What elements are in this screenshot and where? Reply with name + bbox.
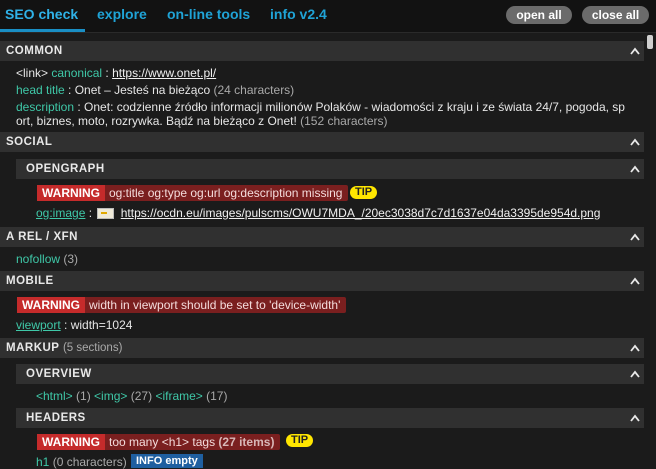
chevron-up-icon[interactable]	[630, 165, 640, 173]
image-thumbnail-icon	[97, 208, 115, 220]
tab-info[interactable]: info v2.4	[270, 6, 327, 22]
chevron-up-icon[interactable]	[630, 414, 640, 422]
warning-label: WARNING	[37, 185, 105, 201]
og-image-key[interactable]: og:image	[36, 206, 85, 220]
subsection-headers-header[interactable]: HEADERS	[16, 408, 644, 428]
warning-count: (27 items)	[218, 435, 275, 449]
head-title-key: head title	[16, 83, 65, 97]
warning-text: too many <h1> tags	[109, 435, 216, 449]
scrollbar-thumb[interactable]	[647, 35, 653, 49]
link-tag: <link>	[16, 66, 49, 80]
subsection-opengraph-header[interactable]: OPENGRAPH	[16, 159, 644, 179]
report-content: COMMON <link> canonical : https://www.on…	[0, 33, 644, 469]
warning-label: WARNING	[17, 297, 85, 313]
chevron-up-icon[interactable]	[630, 277, 640, 285]
og-image-link[interactable]: https://ocdn.eu/images/pulscms/OWU7MDA_/…	[121, 206, 601, 220]
description-row: description : Onet: codzienne źródło inf…	[16, 100, 625, 128]
section-title: SOCIAL	[6, 136, 53, 148]
viewport-value: width=1024	[70, 318, 133, 332]
chevron-up-icon[interactable]	[630, 233, 640, 241]
img-tag: <img>	[94, 389, 128, 403]
subsection-title: OPENGRAPH	[26, 163, 105, 175]
h1-row: h1 (0 characters)	[36, 455, 656, 469]
description-count: (152 characters)	[300, 114, 388, 128]
viewport-key[interactable]: viewport	[16, 318, 61, 332]
headers-warning: WARNING too many <h1> tags (27 items)	[37, 434, 281, 450]
section-title-text: MARKUP	[6, 342, 60, 354]
subsection-overview-header[interactable]: OVERVIEW	[16, 364, 644, 384]
overview-row: <html> (1) <img> (27) <iframe> (17)	[36, 389, 656, 403]
canonical-link[interactable]: https://www.onet.pl/	[112, 66, 216, 80]
og-image-row: og:image : https://ocdn.eu/images/pulscm…	[36, 206, 601, 220]
section-title: MARKUP (5 sections)	[6, 338, 122, 358]
opengraph-warning: WARNING og:title og:type og:url og:descri…	[37, 185, 349, 201]
h1-count: (0 characters)	[52, 455, 127, 469]
nofollow-count: (3)	[63, 252, 79, 266]
top-bar: SEO check explore on-line tools info v2.…	[0, 0, 656, 33]
description-key: description	[16, 100, 75, 114]
head-title-count: (24 characters)	[213, 83, 295, 97]
warning-text: og:title og:type og:url og:description m…	[109, 186, 343, 200]
html-count: (1)	[76, 389, 91, 403]
head-title-value: Onet – Jesteś na bieżąco	[74, 83, 211, 97]
canonical-row: <link> canonical : https://www.onet.pl/	[16, 66, 217, 80]
warning-label: WARNING	[37, 434, 105, 450]
warning-text: width in viewport should be set to 'devi…	[89, 298, 341, 312]
nofollow-key: nofollow	[16, 252, 61, 266]
chevron-up-icon[interactable]	[630, 138, 640, 146]
subsection-title: HEADERS	[26, 412, 86, 424]
html-tag: <html>	[36, 389, 73, 403]
img-count: (27)	[130, 389, 153, 403]
tab-explore[interactable]: explore	[97, 6, 147, 22]
nofollow-row: nofollow (3)	[16, 252, 636, 266]
section-social-header[interactable]: SOCIAL	[0, 132, 644, 152]
viewport-row: viewport : width=1024	[16, 318, 133, 332]
subsection-title: OVERVIEW	[26, 368, 92, 380]
tip-badge[interactable]: TIP	[286, 434, 314, 447]
description-line-1: Onet: codzienne źródło informacji milion…	[84, 100, 625, 114]
section-arel-header[interactable]: A REL / XFN	[0, 227, 644, 247]
section-title: A REL / XFN	[6, 231, 78, 243]
tip-badge[interactable]: TIP	[350, 186, 378, 199]
section-title: COMMON	[6, 45, 63, 57]
chevron-up-icon[interactable]	[630, 344, 640, 352]
info-badge: INFO empty	[131, 454, 203, 468]
close-all-button[interactable]: close all	[582, 6, 649, 24]
tab-online-tools[interactable]: on-line tools	[167, 6, 250, 22]
head-title-row: head title : Onet – Jesteś na bieżąco (2…	[16, 83, 295, 97]
section-markup-header[interactable]: MARKUP (5 sections)	[0, 338, 644, 358]
chevron-up-icon[interactable]	[630, 47, 640, 55]
section-title: MOBILE	[6, 275, 54, 287]
open-all-button[interactable]: open all	[506, 6, 572, 24]
iframe-tag: <iframe>	[155, 389, 203, 403]
iframe-count: (17)	[206, 389, 228, 403]
tab-seo-check[interactable]: SEO check	[5, 6, 78, 22]
section-count: (5 sections)	[62, 342, 123, 354]
scrollbar[interactable]	[644, 33, 656, 465]
chevron-up-icon[interactable]	[630, 370, 640, 378]
h1-key: h1	[36, 455, 50, 469]
description-line-2: ort, biznes, moto, rozrywka. Bądź na bie…	[16, 114, 297, 128]
active-tab-indicator	[0, 29, 85, 32]
section-common-header[interactable]: COMMON	[0, 41, 644, 61]
canonical-key: canonical	[51, 66, 103, 80]
mobile-warning: WARNING width in viewport should be set t…	[17, 297, 347, 313]
section-mobile-header[interactable]: MOBILE	[0, 271, 644, 291]
